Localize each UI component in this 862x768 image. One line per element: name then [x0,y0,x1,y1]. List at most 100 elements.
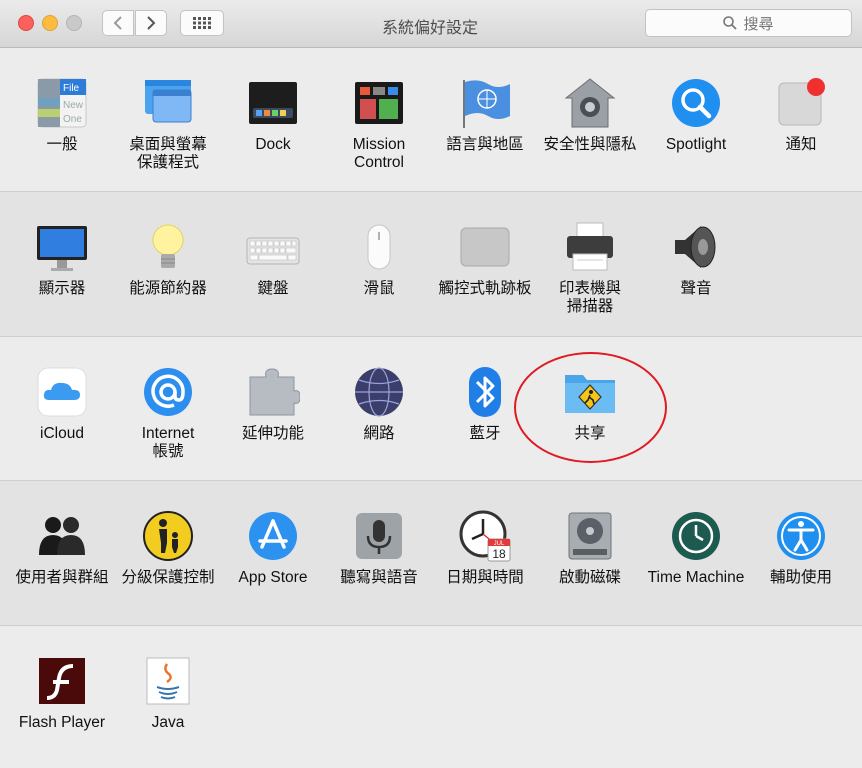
printers-scanners-icon [563,220,617,274]
bluetooth-icon [458,365,512,419]
general-icon-new-text: New [63,100,84,111]
grid-icon [193,17,211,29]
pref-label: 啟動磁碟 [558,569,621,586]
pref-label: 觸控式軌跡板 [438,280,532,297]
forward-button[interactable] [135,10,167,36]
pref-label: 顯示器 [38,280,86,297]
pref-label: 聲音 [680,280,712,297]
pref-label: Time Machine [647,569,745,586]
pref-label: 一般 [46,136,78,153]
pref-sound[interactable]: 聲音 [643,220,749,298]
pref-label: 語言與地區 [446,136,524,153]
zoom-window-button[interactable] [66,15,82,31]
pref-java[interactable]: Java [115,654,221,732]
pref-network[interactable]: 網路 [326,365,432,443]
internet-accounts-icon [141,365,195,419]
pref-general[interactable]: File New One 一般 [9,76,115,154]
pref-label: iCloud [40,425,84,442]
show-all-button[interactable] [180,10,224,36]
pref-flash-player[interactable]: Flash Player [9,654,115,732]
pref-mouse[interactable]: 滑鼠 [326,220,432,298]
dictation-speech-icon [352,509,406,563]
section-internet-wireless: iCloud Internet 帳號 延伸功能 網路 藍牙 共享 [0,337,862,481]
pref-label: Mission Control [352,136,406,171]
pref-label: 日期與時間 [446,569,524,586]
pref-security-privacy[interactable]: 安全性與隱私 [537,76,643,154]
date-time-icon: JUL 18 [458,509,512,563]
pref-app-store[interactable]: App Store [220,509,326,587]
pref-label: 滑鼠 [363,280,395,297]
pref-energy-saver[interactable]: 能源節約器 [115,220,221,298]
pref-trackpad[interactable]: 觸控式軌跡板 [432,220,538,298]
pref-accessibility[interactable]: 輔助使用 [748,509,854,587]
minimize-window-button[interactable] [42,15,58,31]
mouse-icon [352,220,406,274]
trackpad-icon [458,220,512,274]
pref-label: 通知 [785,136,817,153]
app-store-icon [246,509,300,563]
startup-disk-icon [563,509,617,563]
chevron-left-icon [113,16,122,30]
pref-label: 桌面與螢幕 保護程式 [129,136,207,171]
security-privacy-icon [563,76,617,130]
pref-keyboard[interactable]: 鍵盤 [220,220,326,298]
language-region-icon [458,76,512,130]
pref-users-groups[interactable]: 使用者與群組 [9,509,115,587]
back-button[interactable] [102,10,134,36]
pref-bluetooth[interactable]: 藍牙 [432,365,538,443]
pref-label: 輔助使用 [769,569,832,586]
sharing-icon [563,365,617,419]
titlebar: 系統偏好設定 搜尋 [0,0,862,48]
time-machine-icon [669,509,723,563]
pref-desktop-screensaver[interactable]: 桌面與螢幕 保護程式 [115,76,221,172]
search-field[interactable]: 搜尋 [645,9,852,37]
pref-label: Spotlight [665,136,727,153]
flash-player-icon [35,654,89,708]
pref-mission-control[interactable]: Mission Control [326,76,432,172]
pref-time-machine[interactable]: Time Machine [643,509,749,587]
pref-label: 鍵盤 [257,280,289,297]
section-personal: File New One 一般 桌面與螢幕 保護程式 Dock Mission … [0,48,862,192]
pref-date-time[interactable]: JUL 18 日期與時間 [432,509,538,587]
pref-startup-disk[interactable]: 啟動磁碟 [537,509,643,587]
pref-dictation-speech[interactable]: 聽寫與語音 [326,509,432,587]
pref-dock[interactable]: Dock [220,76,326,154]
section-other: Flash Player Java [0,626,862,768]
pref-printers-scanners[interactable]: 印表機與 掃描器 [537,220,643,316]
network-icon [352,365,406,419]
pref-label: 安全性與隱私 [543,136,637,153]
chevron-right-icon [147,16,156,30]
general-icon: File New One [35,76,89,130]
general-icon-one-text: One [63,114,82,125]
pref-spotlight[interactable]: Spotlight [643,76,749,154]
pref-internet-accounts[interactable]: Internet 帳號 [115,365,221,461]
pref-notifications[interactable]: 通知 [748,76,854,154]
search-icon [723,16,738,30]
pref-sharing[interactable]: 共享 [537,365,643,443]
icloud-icon [35,365,89,419]
pref-label: Dock [255,136,291,153]
energy-saver-icon [141,220,195,274]
pref-language-region[interactable]: 語言與地區 [432,76,538,154]
sound-icon [669,220,723,274]
notifications-icon [774,76,828,130]
pref-displays[interactable]: 顯示器 [9,220,115,298]
pref-label: 共享 [574,425,606,442]
system-preferences-window: 系統偏好設定 搜尋 File New One 一般 桌面與螢幕 保護程式 Doc… [0,0,862,768]
users-groups-icon [35,509,89,563]
pref-label: 藍牙 [469,425,501,442]
pref-extensions[interactable]: 延伸功能 [220,365,326,443]
close-window-button[interactable] [18,15,34,31]
pref-label: 印表機與 掃描器 [558,280,621,315]
search-placeholder: 搜尋 [743,15,774,33]
window-title: 系統偏好設定 [381,20,478,37]
section-hardware: 顯示器 能源節約器 鍵盤 滑鼠 觸控式軌跡板 印表機與 掃描器 聲音 [0,192,862,337]
pref-parental-controls[interactable]: 分級保護控制 [115,509,221,587]
pref-icloud[interactable]: iCloud [9,365,115,443]
pref-label: 使用者與群組 [15,569,109,586]
accessibility-icon [774,509,828,563]
pref-label: Internet 帳號 [141,425,195,460]
section-system: 使用者與群組 分級保護控制 App Store 聽寫與語音 JUL 18 日期與… [0,481,862,626]
pref-label: 聽寫與語音 [340,569,418,586]
spotlight-icon [669,76,723,130]
